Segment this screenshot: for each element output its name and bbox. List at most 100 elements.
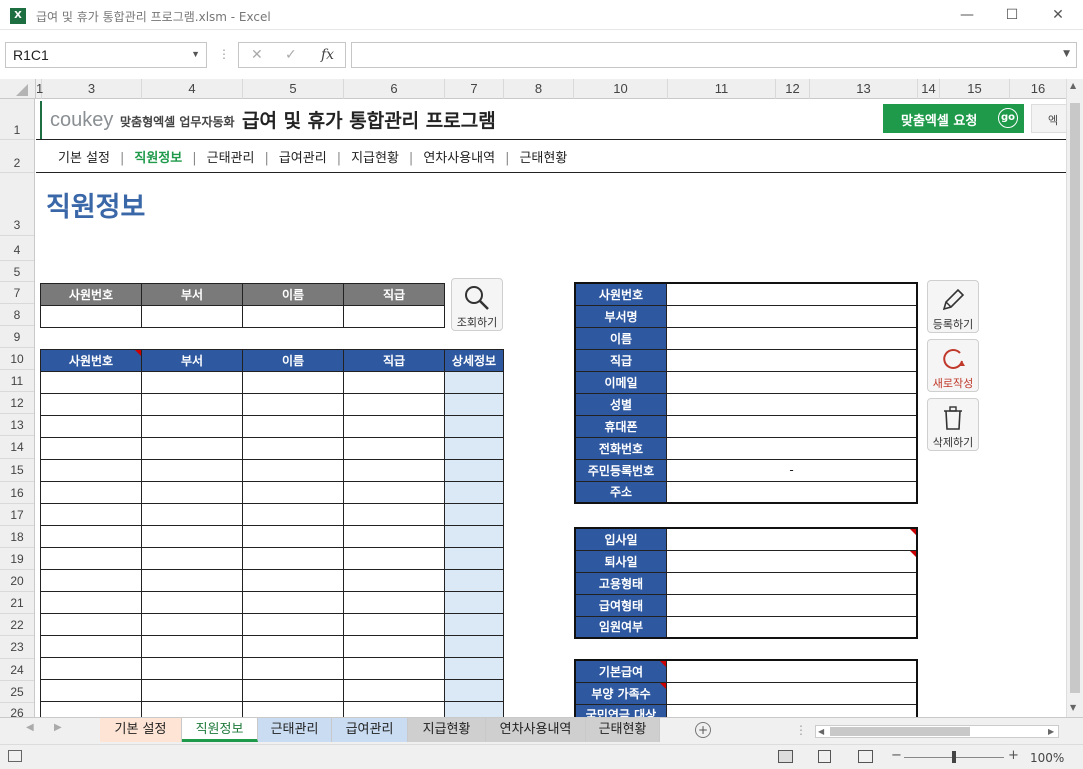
expand-chevron-icon[interactable]: ▼ [1063,49,1070,59]
table-cell[interactable] [242,393,344,416]
maximize-icon[interactable]: ☐ [1000,4,1024,26]
table-cell[interactable] [343,547,445,570]
table-row[interactable] [40,371,504,394]
detail-cell[interactable] [444,701,504,717]
table-cell[interactable] [343,657,445,680]
employment-field-pay-type[interactable] [666,593,918,617]
row-header[interactable]: 19 [0,548,34,570]
nav-attendance-status[interactable]: 근태현황 [519,151,567,166]
table-row[interactable] [40,459,504,482]
close-icon[interactable]: ✕ [1046,4,1070,26]
column-header[interactable]: 4 [142,79,243,99]
zoom-slider-thumb[interactable] [952,751,956,763]
column-header[interactable]: 11 [668,79,776,99]
sheet-area[interactable]: coukey 맞춤형엑셀 업무자동화 급여 및 휴가 통합관리 프로그램 맞춤엑… [36,99,1066,717]
sheet-tab-basic-settings[interactable]: 기본 설정 [100,718,182,742]
table-cell[interactable] [242,459,344,482]
hscroll-left-icon[interactable]: ◀ [818,727,824,736]
detail-cell[interactable] [444,481,504,504]
new-entry-button[interactable]: 새로작성 [927,339,979,392]
detail-cell[interactable] [444,657,504,680]
salary-field-dependents[interactable] [666,681,918,705]
table-cell[interactable] [40,613,142,636]
table-row[interactable] [40,547,504,570]
tab-scroll-left-icon[interactable]: ◀ [26,722,34,733]
search-input-rank[interactable] [343,305,445,328]
row-header[interactable]: 13 [0,414,34,436]
table-row[interactable] [40,415,504,438]
row-header[interactable]: 11 [0,370,34,392]
column-header[interactable]: 6 [344,79,445,99]
search-input-dept[interactable] [141,305,243,328]
table-cell[interactable] [40,635,142,658]
employment-field-hire-date[interactable] [666,527,918,551]
sheet-tab-attendance-status[interactable]: 근태현황 [586,718,660,742]
table-row[interactable] [40,437,504,460]
employment-field-executive[interactable] [666,615,918,639]
table-row[interactable] [40,679,504,702]
enter-check-icon[interactable]: ✓ [285,47,297,63]
nav-basic-settings[interactable]: 기본 설정 [58,151,110,166]
table-cell[interactable] [141,701,243,717]
detail-cell[interactable] [444,437,504,460]
table-row[interactable] [40,525,504,548]
scrollbar-thumb[interactable] [1070,103,1080,693]
table-cell[interactable] [40,569,142,592]
employment-field-leave-date[interactable] [666,549,918,573]
table-cell[interactable] [242,613,344,636]
table-cell[interactable] [242,415,344,438]
table-row[interactable] [40,657,504,680]
detail-field-dept[interactable] [666,304,918,328]
nav-payment-status[interactable]: 지급현황 [351,151,399,166]
row-header[interactable]: 14 [0,436,34,459]
column-header[interactable]: 15 [940,79,1010,99]
table-cell[interactable] [242,547,344,570]
detail-field-name[interactable] [666,326,918,350]
row-header[interactable]: 17 [0,504,34,526]
table-cell[interactable] [40,525,142,548]
horizontal-scrollbar[interactable]: ◀ ▶ [815,725,1059,738]
zoom-in-icon[interactable]: + [1008,748,1019,763]
table-cell[interactable] [40,371,142,394]
table-cell[interactable] [343,635,445,658]
row-header[interactable]: 16 [0,482,34,504]
row-header[interactable]: 21 [0,592,34,614]
macro-record-icon[interactable] [8,750,22,762]
table-cell[interactable] [40,657,142,680]
column-header[interactable]: 10 [574,79,668,99]
custom-excel-request-button[interactable]: 맞춤엑셀 요청 go [883,104,1024,133]
nav-payroll-mgmt[interactable]: 급여관리 [279,151,327,166]
detail-cell[interactable] [444,459,504,482]
table-cell[interactable] [343,481,445,504]
table-row[interactable] [40,613,504,636]
page-layout-icon[interactable] [818,750,831,763]
detail-cell[interactable] [444,415,504,438]
table-cell[interactable] [242,679,344,702]
hscroll-right-icon[interactable]: ▶ [1048,727,1054,736]
function-icon[interactable]: fx [321,47,334,63]
row-header[interactable]: 18 [0,526,34,548]
detail-cell[interactable] [444,613,504,636]
table-cell[interactable] [242,569,344,592]
table-row[interactable] [40,569,504,592]
column-header[interactable]: 3 [42,79,142,99]
table-cell[interactable] [343,679,445,702]
search-input-name[interactable] [242,305,344,328]
table-row[interactable] [40,591,504,614]
minimize-icon[interactable]: — [955,4,979,26]
detail-field-email[interactable] [666,370,918,394]
detail-field-gender[interactable] [666,392,918,416]
table-cell[interactable] [343,393,445,416]
detail-field-mobile[interactable] [666,414,918,438]
detail-field-emp-no[interactable] [666,282,918,306]
detail-cell[interactable] [444,547,504,570]
cancel-icon[interactable]: ✕ [251,47,263,63]
detail-cell[interactable] [444,525,504,548]
table-cell[interactable] [40,481,142,504]
table-cell[interactable] [343,613,445,636]
table-cell[interactable] [343,591,445,614]
table-cell[interactable] [141,635,243,658]
scroll-up-icon[interactable]: ▲ [1070,81,1076,90]
zoom-level[interactable]: 100% [1030,751,1064,765]
extra-button[interactable]: 엑 [1031,104,1066,133]
